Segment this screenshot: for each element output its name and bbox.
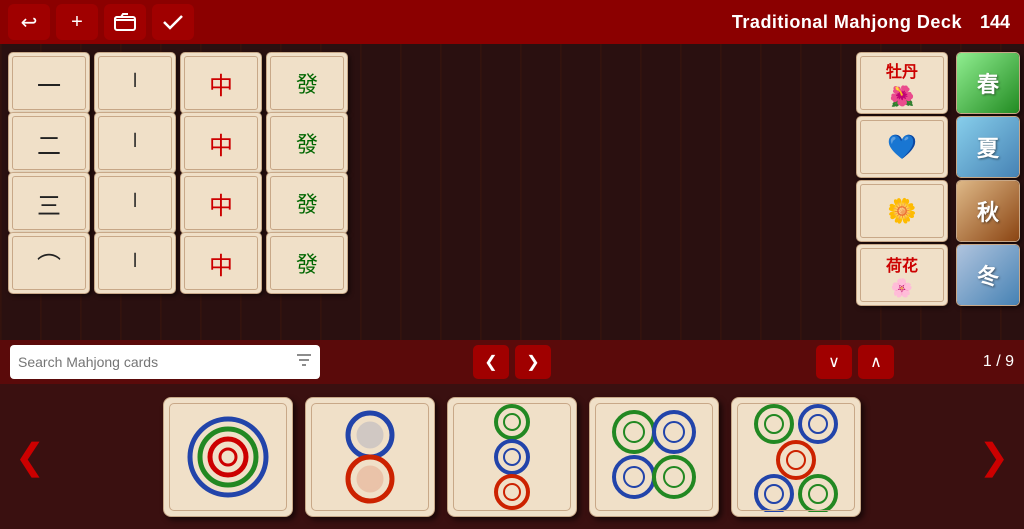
flower-card-chrysanthemum[interactable]: 🌼 [856, 180, 948, 242]
card-grn-1[interactable]: 發 [266, 52, 348, 114]
card-wan-3[interactable]: 三 [8, 172, 90, 234]
hand-card-3[interactable] [447, 397, 577, 517]
hand-prev-button[interactable]: ❮ [8, 436, 52, 478]
season-card-summer[interactable]: 夏 [956, 116, 1020, 178]
card-bam-3[interactable]: 𝍩 [94, 172, 176, 234]
card-red-4[interactable]: 中 [180, 232, 262, 294]
prev-page-button[interactable]: ❮ [473, 345, 509, 379]
season-card-spring[interactable]: 春 [956, 52, 1020, 114]
dot-pattern-3 [467, 402, 557, 512]
hand-card-1[interactable] [163, 397, 293, 517]
card-wan-2[interactable]: 二 [8, 112, 90, 174]
card-count: 144 [980, 12, 1010, 33]
card-wan-1[interactable]: 一 [8, 52, 90, 114]
card-bam-1[interactable]: 𝍩 [94, 52, 176, 114]
scroll-up-button[interactable]: ∧ [858, 345, 894, 379]
page-indicator: 1 / 9 [983, 353, 1014, 371]
toolbar: ↩ + Traditional Mahjong Deck 144 [0, 0, 1024, 44]
card-red-2[interactable]: 中 [180, 112, 262, 174]
hand-card-2[interactable] [305, 397, 435, 517]
flower-emoji-chrysanthemum: 🌼 [887, 197, 917, 226]
dot-pattern-4 [604, 402, 704, 512]
flower-emoji-blue: 💙 [887, 133, 917, 162]
card-bam-2[interactable]: 𝍩 [94, 112, 176, 174]
season-label-autumn: 秋 [977, 195, 999, 227]
season-label-spring: 春 [977, 67, 999, 99]
card-grn-2[interactable]: 發 [266, 112, 348, 174]
column-4: 發 發 發 發 [266, 52, 348, 340]
nav-row: ❮ ❯ ∨ ∧ 1 / 9 [0, 340, 1024, 384]
deck-title: Traditional Mahjong Deck [732, 12, 962, 33]
back-button[interactable]: ↩ [8, 4, 50, 40]
check-button[interactable] [152, 4, 194, 40]
flower-label-lotus: 荷花 [886, 252, 918, 276]
flower-card-peony[interactable]: 牡丹 🌺 [856, 52, 948, 114]
column-2: 𝍩 𝍩 𝍩 𝍩 [94, 52, 176, 340]
card-columns: 一 二 三 ⌒ 𝍩 𝍩 𝍩 𝍩 中 中 中 中 發 發 發 發 [0, 44, 852, 340]
card-red-3[interactable]: 中 [180, 172, 262, 234]
column-3: 中 中 中 中 [180, 52, 262, 340]
season-label-summer: 夏 [977, 131, 999, 163]
season-label-winter: 冬 [977, 259, 999, 291]
add-button[interactable]: + [56, 4, 98, 40]
bottom-hand-area: ❮ [0, 384, 1024, 529]
flower-label-peony: 牡丹 [886, 58, 918, 82]
vertical-nav: ∨ ∧ [816, 345, 894, 379]
search-bar [10, 345, 320, 379]
flower-emoji-peony: 🌺 [890, 84, 915, 109]
main-card-area: 一 二 三 ⌒ 𝍩 𝍩 𝍩 𝍩 中 中 中 中 發 發 發 發 [0, 44, 1024, 340]
dot-pattern-1 [183, 412, 273, 502]
season-card-winter[interactable]: 冬 [956, 244, 1020, 306]
dot-pattern-5 [746, 402, 846, 512]
flower-card-lotus[interactable]: 荷花 🌸 [856, 244, 948, 306]
flower-emoji-lotus: 🌸 [891, 278, 913, 299]
scroll-down-button[interactable]: ∨ [816, 345, 852, 379]
card-wan-4[interactable]: ⌒ [8, 232, 90, 294]
hand-card-5[interactable] [731, 397, 861, 517]
check-icon [162, 13, 184, 31]
folder-button[interactable] [104, 4, 146, 40]
hand-card-4[interactable] [589, 397, 719, 517]
flower-card-blue[interactable]: 💙 [856, 116, 948, 178]
card-bam-4[interactable]: 𝍩 [94, 232, 176, 294]
card-grn-3[interactable]: 發 [266, 172, 348, 234]
dot-pattern-2 [325, 407, 415, 507]
hand-cards [52, 397, 972, 517]
season-column: 春 夏 秋 冬 [952, 44, 1024, 340]
card-red-1[interactable]: 中 [180, 52, 262, 114]
column-1: 一 二 三 ⌒ [8, 52, 90, 340]
card-grn-4[interactable]: 發 [266, 232, 348, 294]
filter-icon[interactable] [296, 353, 312, 372]
flower-column: 牡丹 🌺 💙 🌼 荷花 🌸 [852, 44, 952, 340]
page-nav: ❮ ❯ [473, 345, 551, 379]
season-card-autumn[interactable]: 秋 [956, 180, 1020, 242]
folder-icon [114, 13, 136, 31]
search-input[interactable] [18, 354, 290, 370]
next-page-button[interactable]: ❯ [515, 345, 551, 379]
hand-next-button[interactable]: ❯ [972, 436, 1016, 478]
